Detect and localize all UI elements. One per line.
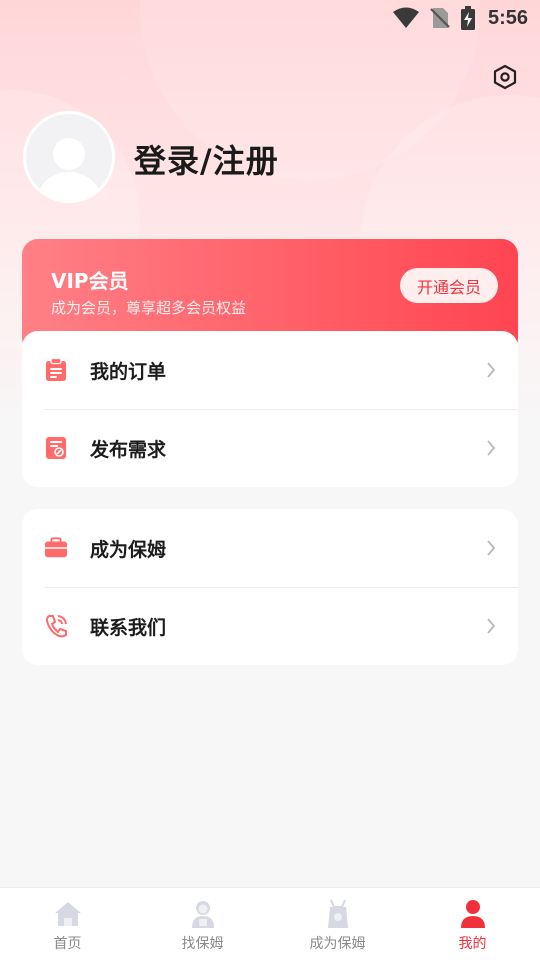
settings-hexagon-icon [492, 64, 518, 94]
status-bar: 5:56 [0, 0, 540, 36]
menu-item-label: 发布需求 [90, 438, 167, 461]
nanny-icon [188, 899, 218, 929]
menu-item-label: 我的订单 [90, 360, 167, 383]
menu-item-become-nanny[interactable]: 成为保姆 [22, 509, 518, 587]
battery-charging-icon [460, 6, 476, 30]
briefcase-icon [44, 536, 68, 560]
nav-tab-mine[interactable]: 我的 [405, 888, 540, 960]
nav-label: 找保姆 [181, 936, 224, 952]
default-avatar-icon [38, 138, 100, 200]
avatar[interactable] [23, 111, 115, 203]
chevron-right-icon [487, 362, 496, 378]
status-time: 5:56 [487, 6, 528, 29]
nav-label: 首页 [53, 936, 82, 952]
chevron-right-icon [487, 540, 496, 556]
menu-item-contact-us[interactable]: 联系我们 [22, 587, 518, 665]
vip-title: VIP会员 [51, 269, 129, 293]
nav-label: 我的 [458, 936, 487, 952]
edit-form-icon [44, 436, 68, 460]
menu-item-my-orders[interactable]: 我的订单 [22, 331, 518, 409]
bottom-nav: 首页 找保姆 成为保姆 我的 [0, 887, 540, 960]
settings-button[interactable] [490, 64, 520, 94]
nav-label: 成为保姆 [309, 936, 366, 952]
wifi-icon [392, 7, 420, 29]
menu-card-services: 成为保姆 联系我们 [22, 509, 518, 665]
nav-tab-home[interactable]: 首页 [0, 888, 135, 960]
menu-card-orders: 我的订单 发布需求 [22, 331, 518, 487]
apron-icon [323, 899, 353, 929]
menu-item-label: 成为保姆 [90, 538, 167, 561]
nav-tab-become-nanny[interactable]: 成为保姆 [270, 888, 405, 960]
vip-subtitle: 成为会员，尊享超多会员权益 [51, 299, 247, 317]
open-vip-button[interactable]: 开通会员 [400, 268, 498, 303]
chevron-right-icon [487, 440, 496, 456]
user-icon [458, 899, 488, 929]
menu-item-publish-demand[interactable]: 发布需求 [22, 409, 518, 487]
login-register-link[interactable]: 登录/注册 [134, 136, 279, 182]
phone-icon [44, 614, 68, 638]
nav-tab-find-nanny[interactable]: 找保姆 [135, 888, 270, 960]
menu-item-label: 联系我们 [90, 616, 167, 639]
chevron-right-icon [487, 618, 496, 634]
clipboard-icon [44, 358, 68, 382]
no-sim-icon [430, 7, 450, 29]
home-icon [53, 899, 83, 929]
